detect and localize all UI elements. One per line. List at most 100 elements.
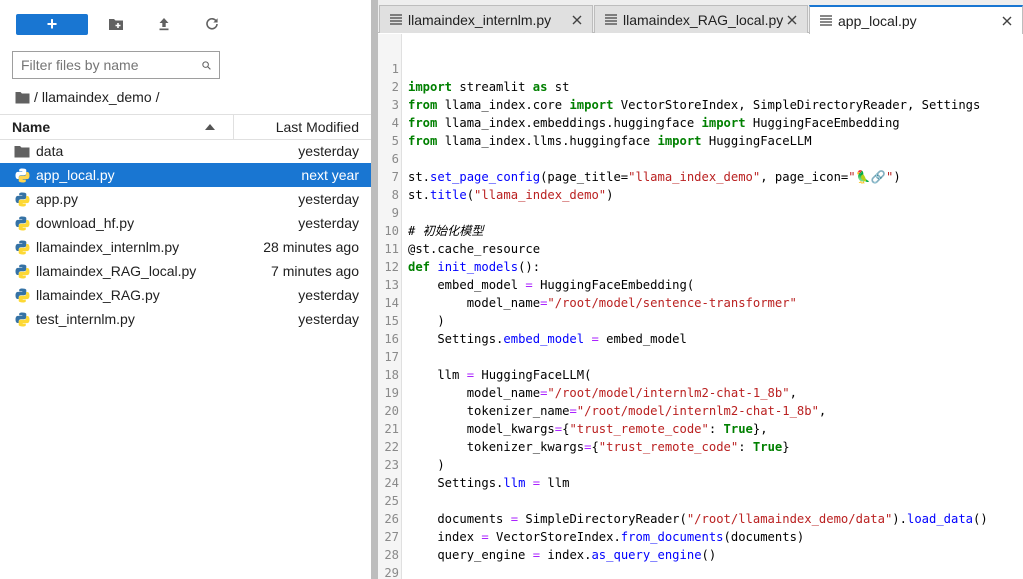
code-line: 21 tokenizer_kwargs={"trust_remote_code"… [378,402,1023,454]
home-folder-icon[interactable] [15,91,30,104]
name-column-header[interactable]: Name [0,115,234,139]
python-icon [14,191,30,207]
file-modified: yesterday [298,191,359,207]
file-row-data[interactable]: data yesterday [0,139,371,163]
code-line: 26 index = VectorStoreIndex.from_documen… [378,492,1023,544]
file-row-download-hf[interactable]: download_hf.py yesterday [0,211,371,235]
file-name: download_hf.py [36,215,135,231]
file-row-app[interactable]: app.py yesterday [0,187,371,211]
code-line: 10 @st.cache_resource [378,204,1023,256]
file-name: llamaindex_RAG_local.py [36,263,197,279]
code-line: 1 import streamlit as st [378,42,1023,94]
code-line: 15 Settings.embed_model = embed_model [378,294,1023,346]
file-row-test-internlm[interactable]: test_internlm.py yesterday [0,307,371,331]
file-modified: next year [301,167,359,183]
file-modified: 7 minutes ago [271,263,359,279]
code-line: 5 [378,114,1023,148]
last-modified-column-label: Last Modified [275,119,359,135]
file-name: data [36,143,64,159]
python-icon [14,239,30,255]
file-row-app-local[interactable]: app_local.py next year [0,163,371,187]
code-line: 4 from llama_index.llms.huggingface impo… [378,96,1023,148]
file-modified: yesterday [298,215,359,231]
code-line: 7 st.title("llama_index_demo") [378,150,1023,202]
code-line: 2 from llama_index.core import VectorSto… [378,60,1023,112]
code-line: 16 [378,312,1023,346]
new-folder-icon [109,19,123,30]
code-line: 14 ) [378,276,1023,328]
code-line: 8 [378,168,1023,202]
breadcrumb-folder[interactable]: llamaindex_demo [42,89,152,105]
file-list-header: Name Last Modified [0,114,371,140]
file-browser-panel: + / llamaindex_demo / [0,0,371,579]
code-line: 29 return query_engine [378,546,1023,579]
tab-label: llamaindex_internlm.py [408,11,552,28]
code-line: 13 model_name="/root/model/sentence-tran… [378,258,1023,310]
file-row-llamaindex-rag[interactable]: llamaindex_RAG.py yesterday [0,283,371,307]
code-line: 11 def init_models(): [378,222,1023,274]
code-line: 28 [378,528,1023,562]
editor-area: llamaindex_internlm.py llamaindex_RAG_lo… [378,0,1023,579]
file-row-llamaindex-rag-local[interactable]: llamaindex_RAG_local.py 7 minutes ago [0,259,371,283]
file-name: app_local.py [36,167,115,183]
code-line: 25 documents = SimpleDirectoryReader("/r… [378,474,1023,526]
python-icon [14,311,30,327]
new-folder-button[interactable] [106,14,126,34]
code-line: 22 ) [378,420,1023,472]
file-name: test_internlm.py [36,311,135,327]
close-icon[interactable] [1000,14,1014,28]
search-icon [202,60,211,70]
python-icon [14,167,30,183]
close-icon[interactable] [785,13,799,27]
python-icon [14,263,30,279]
close-icon[interactable] [570,13,584,27]
code-line: 27 query_engine = index.as_query_engine(… [378,510,1023,562]
code-line: 3 from llama_index.embeddings.huggingfac… [378,78,1023,130]
code-line: 20 model_kwargs={"trust_remote_code": Tr… [378,384,1023,436]
tab-llamaindex-rag-local[interactable]: llamaindex_RAG_local.py [594,5,808,33]
text-file-icon [390,13,402,26]
code-line: 9 # 初始化模型 [378,186,1023,238]
file-row-llamaindex-internlm[interactable]: llamaindex_internlm.py 28 minutes ago [0,235,371,259]
code-line: 24 [378,456,1023,490]
code-line: 19 tokenizer_name="/root/model/internlm2… [378,366,1023,418]
code-editor[interactable]: 1 import streamlit as st 2 from llama_in… [378,34,1023,579]
file-modified: yesterday [298,311,359,327]
file-name: llamaindex_internlm.py [36,239,180,255]
breadcrumb-separator: / [155,89,160,105]
folder-icon [14,143,30,159]
python-icon [14,287,30,303]
tab-label: app_local.py [838,12,917,29]
panel-resize-handle[interactable] [371,0,378,579]
code-line: 12 embed_model = HuggingFaceEmbedding( [378,240,1023,292]
file-modified: yesterday [298,287,359,303]
code-line: 6 st.set_page_config(page_title="llama_i… [378,132,1023,184]
file-name: llamaindex_RAG.py [36,287,160,303]
breadcrumb-separator: / [34,89,38,105]
code-line: 23 Settings.llm = llm [378,438,1023,490]
file-name: app.py [36,191,79,207]
tab-app-local[interactable]: app_local.py [809,5,1023,34]
new-launcher-button[interactable]: + [16,13,88,35]
code-line: 30 [378,564,1023,579]
name-column-label: Name [12,119,51,135]
file-browser-toolbar: + [16,13,88,35]
python-icon [14,215,30,231]
text-file-icon [820,14,832,27]
breadcrumb: / llamaindex_demo / [15,87,164,107]
text-file-icon [605,13,617,26]
file-modified: yesterday [298,143,359,159]
refresh-button[interactable] [202,14,222,34]
file-list: data yesterday app_local.py next year ap… [0,139,371,331]
tab-llamaindex-internlm[interactable]: llamaindex_internlm.py [379,5,593,33]
upload-button[interactable] [154,14,174,34]
code-line: 18 model_name="/root/model/internlm2-cha… [378,348,1023,400]
filter-files-field[interactable] [12,51,220,79]
editor-tab-bar: llamaindex_internlm.py llamaindex_RAG_lo… [378,0,1023,34]
sort-ascending-icon [205,124,215,130]
plus-icon: + [46,14,58,34]
filter-files-input[interactable] [21,57,202,73]
last-modified-column-header[interactable]: Last Modified [234,115,371,139]
tab-label: llamaindex_RAG_local.py [623,11,784,28]
file-modified: 28 minutes ago [263,239,359,255]
